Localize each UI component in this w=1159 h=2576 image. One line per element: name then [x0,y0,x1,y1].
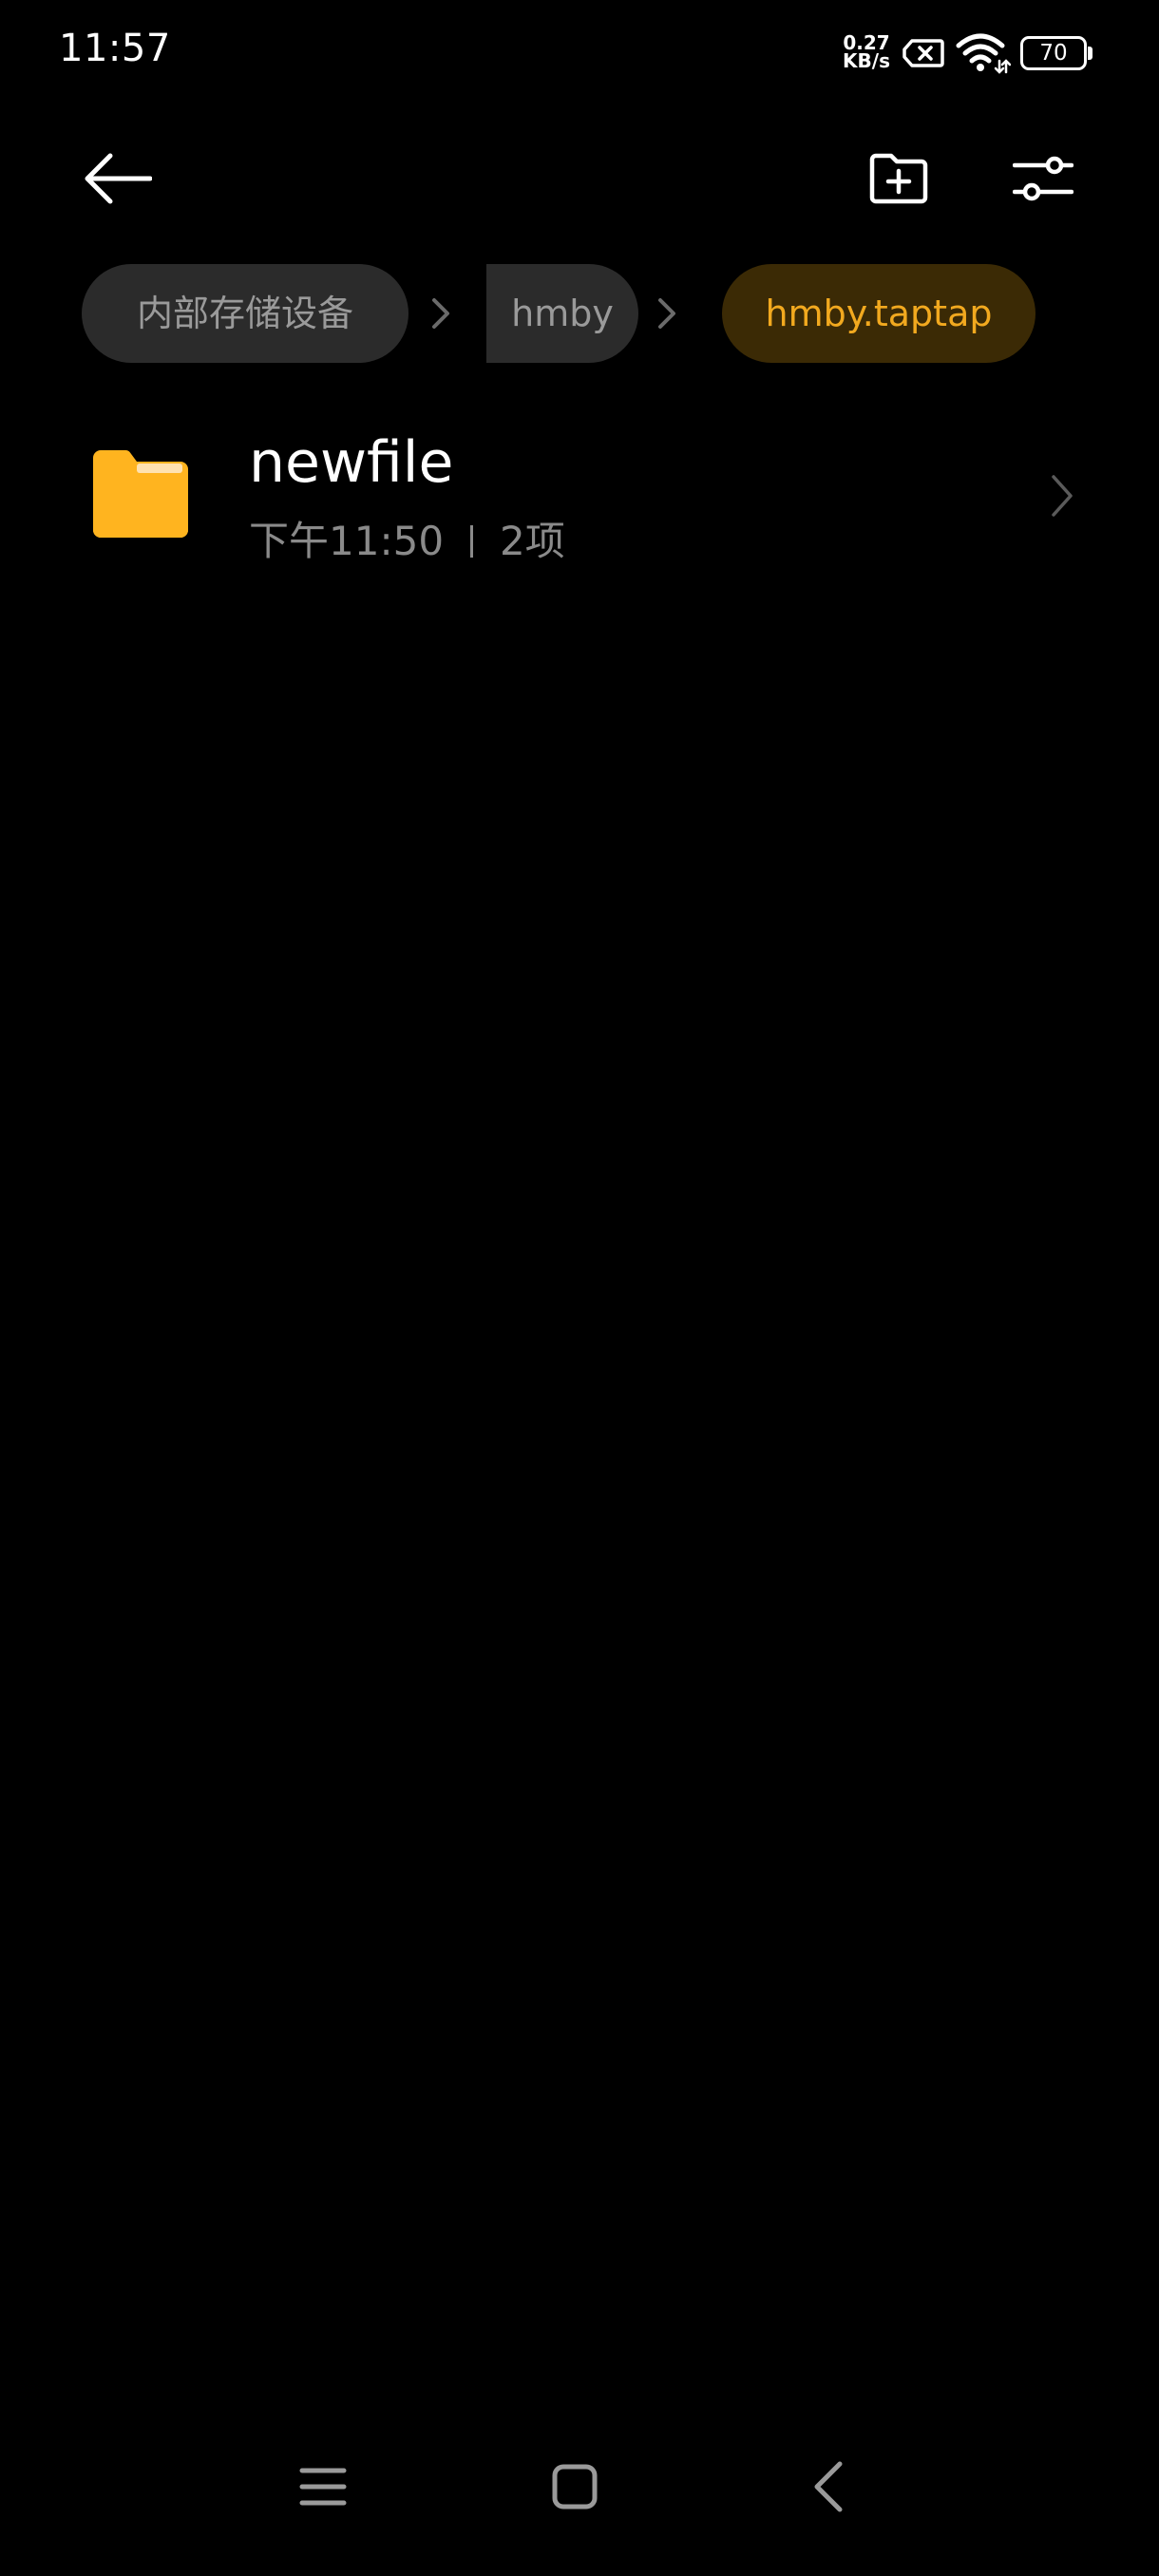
nav-recents-button[interactable] [276,2451,370,2527]
file-item-count: 2项 [500,518,565,564]
nav-back-button[interactable] [781,2451,876,2527]
chevron-right-icon [648,294,686,332]
sort-filter-icon [1012,150,1074,211]
wifi-icon [956,32,1012,78]
meta-divider [470,525,474,558]
sort-filter-button[interactable] [999,142,1087,218]
back-button[interactable] [76,142,160,218]
new-folder-button[interactable] [855,142,942,218]
breadcrumb-item-hmby[interactable]: hmby [486,264,638,363]
status-bar: 11:57 0.27 KB/s 70 [0,0,1159,104]
menu-icon [299,2466,347,2511]
breadcrumb-item-internal-storage[interactable]: 内部存储设备 [82,264,408,363]
breadcrumb: 内部存储设备 hmby hmby.taptap [82,264,1079,363]
back-arrow-icon [84,152,153,209]
file-manager-screen: 11:57 0.27 KB/s 70 内部存储设备 hmby hmby.tapt… [0,0,1159,2576]
folder-icon [87,448,194,540]
chevron-right-icon [1041,467,1083,524]
battery-level: 70 [1039,41,1068,66]
battery-icon: 70 [1020,36,1092,70]
new-folder-icon [868,152,929,209]
back-icon [811,2460,846,2517]
network-speed: 0.27 KB/s [840,33,893,72]
file-name: newfile [249,429,454,496]
home-icon [551,2463,598,2514]
status-time: 11:57 [59,27,171,70]
list-item-folder[interactable]: newfile 下午11:50 2项 [0,408,1159,579]
chevron-right-icon [422,294,460,332]
breadcrumb-item-current[interactable]: hmby.taptap [722,264,1036,363]
no-sim-icon [902,38,944,72]
network-speed-unit: KB/s [843,49,890,72]
file-meta: 下午11:50 2项 [249,509,565,567]
nav-home-button[interactable] [527,2451,622,2527]
file-modified-time: 下午11:50 [249,518,445,564]
